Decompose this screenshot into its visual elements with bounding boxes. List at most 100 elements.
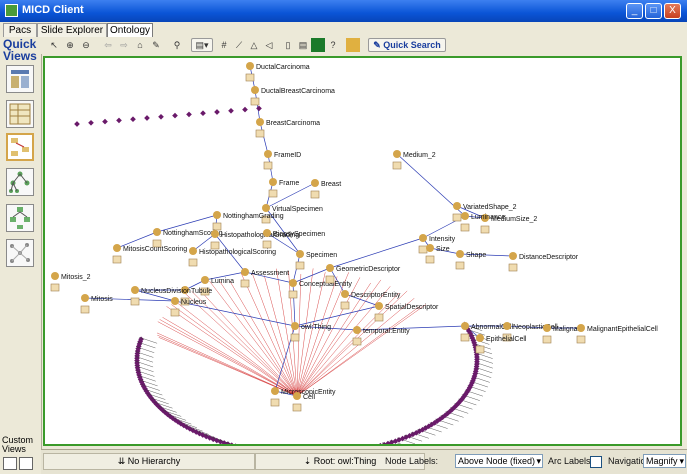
instance-node bbox=[256, 106, 262, 112]
class-node-box bbox=[269, 190, 277, 197]
class-node-box bbox=[375, 314, 383, 321]
ontology-graph[interactable]: DuctalCarcinomaDuctalBreastCarcinomaBrea… bbox=[43, 56, 682, 446]
node-labels-select[interactable]: Above Node (fixed) ▾ bbox=[455, 454, 543, 468]
fan-edge bbox=[210, 281, 297, 396]
layout-select-icon[interactable]: ▤▾ bbox=[191, 38, 213, 52]
quick-view-thumbnail-2[interactable] bbox=[6, 100, 34, 128]
class-node-box bbox=[453, 214, 461, 221]
class-node bbox=[201, 276, 209, 284]
network-icon bbox=[7, 240, 33, 266]
node-link-icon[interactable]: ⟋ bbox=[232, 38, 246, 52]
no-hierarchy-button[interactable]: ⇊ No Hierarchy bbox=[43, 453, 255, 470]
navigation-select[interactable]: Magnify ▾ bbox=[643, 454, 686, 468]
class-node-label: MitosisCountScoring bbox=[123, 246, 187, 253]
minimize-button[interactable]: _ bbox=[626, 3, 643, 19]
list-view-icon[interactable]: ▤ bbox=[296, 38, 310, 52]
instance-node bbox=[233, 443, 239, 444]
tree-layout-icon[interactable]: △ bbox=[247, 38, 261, 52]
quick-views-panel: Quick Views Custom Views bbox=[0, 37, 42, 473]
instance-node bbox=[158, 114, 164, 120]
folder-icon[interactable] bbox=[346, 38, 360, 52]
class-node bbox=[419, 234, 427, 242]
hierarchy-edge bbox=[295, 306, 379, 326]
main-tabs: Pacs Slide Explorer Ontology bbox=[0, 22, 687, 37]
color-legend-icon[interactable] bbox=[311, 38, 325, 52]
class-node-label: VirtualSpecimen bbox=[272, 206, 323, 213]
tree-icon bbox=[7, 169, 33, 195]
zoom-in-icon[interactable]: ⊕ bbox=[63, 38, 77, 52]
back-icon[interactable]: ⇦ bbox=[101, 38, 115, 52]
edit-icon[interactable]: ✎ bbox=[149, 38, 163, 52]
tab-ontology[interactable]: Ontology bbox=[107, 23, 153, 37]
custom-view-save-icon[interactable] bbox=[3, 457, 17, 470]
instance-node bbox=[144, 115, 150, 121]
class-node-label: Breast bbox=[321, 181, 341, 188]
fan-edge bbox=[171, 305, 297, 396]
instance-node bbox=[242, 107, 248, 113]
quick-view-thumbnail-4[interactable] bbox=[6, 168, 34, 196]
class-node-box bbox=[81, 306, 89, 313]
fan-edge bbox=[297, 272, 325, 396]
class-node bbox=[476, 334, 484, 342]
class-node-box bbox=[171, 309, 179, 316]
instance-node bbox=[200, 110, 206, 116]
quick-view-thumbnail-3[interactable] bbox=[6, 133, 34, 161]
table-view-icon[interactable]: ▯ bbox=[281, 38, 295, 52]
zoom-out-icon[interactable]: ⊖ bbox=[79, 38, 93, 52]
class-node-box bbox=[426, 256, 434, 263]
chevron-down-icon: ▾ bbox=[536, 455, 541, 467]
class-node bbox=[269, 178, 277, 186]
class-node-box bbox=[419, 246, 427, 253]
class-node-label: EpithelialCell bbox=[486, 336, 527, 343]
class-node-box bbox=[263, 241, 271, 248]
class-node bbox=[213, 211, 221, 219]
chevron-down-icon: ▾ bbox=[679, 455, 684, 467]
class-node-box bbox=[509, 264, 517, 271]
tab-slide-explorer[interactable]: Slide Explorer bbox=[37, 23, 107, 37]
home-icon[interactable]: ⌂ bbox=[133, 38, 147, 52]
quick-search-button[interactable]: ✎ Quick Search bbox=[368, 38, 446, 52]
radial-layout-icon[interactable]: ◁ bbox=[262, 38, 276, 52]
class-node-label: HistopathologicalScoring bbox=[199, 249, 276, 256]
class-node-label: Tubule bbox=[191, 288, 212, 295]
class-node-label: Specimen bbox=[306, 252, 337, 259]
class-node-box bbox=[189, 259, 197, 266]
close-button[interactable]: X bbox=[664, 3, 681, 19]
custom-view-load-icon[interactable] bbox=[19, 457, 33, 470]
class-node bbox=[211, 230, 219, 238]
hierarchy-edge bbox=[293, 283, 295, 326]
class-node-label: Shape bbox=[466, 252, 486, 259]
quick-views-label-line2: Views bbox=[3, 50, 37, 62]
maximize-button[interactable]: □ bbox=[645, 3, 662, 19]
binoculars-icon[interactable]: ⚲ bbox=[169, 38, 185, 52]
arc-labels-checkbox[interactable] bbox=[590, 456, 602, 468]
pointer-icon[interactable]: ↖ bbox=[47, 38, 61, 52]
class-node bbox=[509, 252, 517, 260]
class-node bbox=[264, 150, 272, 158]
quick-view-thumbnail-1[interactable] bbox=[6, 65, 34, 93]
class-node bbox=[51, 272, 59, 280]
hierarchy-icon-small: ⇊ bbox=[118, 456, 128, 466]
window-title: MICD Client bbox=[22, 4, 84, 16]
help-icon[interactable]: ? bbox=[326, 38, 340, 52]
arc-labels-label: Arc Labels: bbox=[548, 455, 593, 467]
class-node bbox=[81, 294, 89, 302]
class-node bbox=[311, 179, 319, 187]
class-node-label: DuctalCarcinoma bbox=[256, 64, 310, 71]
grid-icon[interactable]: # bbox=[217, 38, 231, 52]
class-node-box bbox=[264, 162, 272, 169]
class-node bbox=[246, 62, 254, 70]
class-node-label: MalignantEpithelialCell bbox=[587, 326, 658, 333]
instance-node bbox=[186, 112, 192, 118]
forward-icon[interactable]: ⇨ bbox=[117, 38, 131, 52]
class-node-box bbox=[296, 262, 304, 269]
quick-view-thumbnail-6[interactable] bbox=[6, 239, 34, 267]
quick-view-thumbnail-5[interactable] bbox=[6, 204, 34, 232]
class-node bbox=[293, 392, 301, 400]
class-node bbox=[171, 297, 179, 305]
table-icon bbox=[7, 101, 33, 127]
fan-edge bbox=[297, 298, 414, 396]
ontology-graph-canvas[interactable]: DuctalCarcinomaDuctalBreastCarcinomaBrea… bbox=[45, 58, 680, 444]
class-node-box bbox=[213, 223, 221, 230]
tab-pacs[interactable]: Pacs bbox=[3, 23, 37, 37]
